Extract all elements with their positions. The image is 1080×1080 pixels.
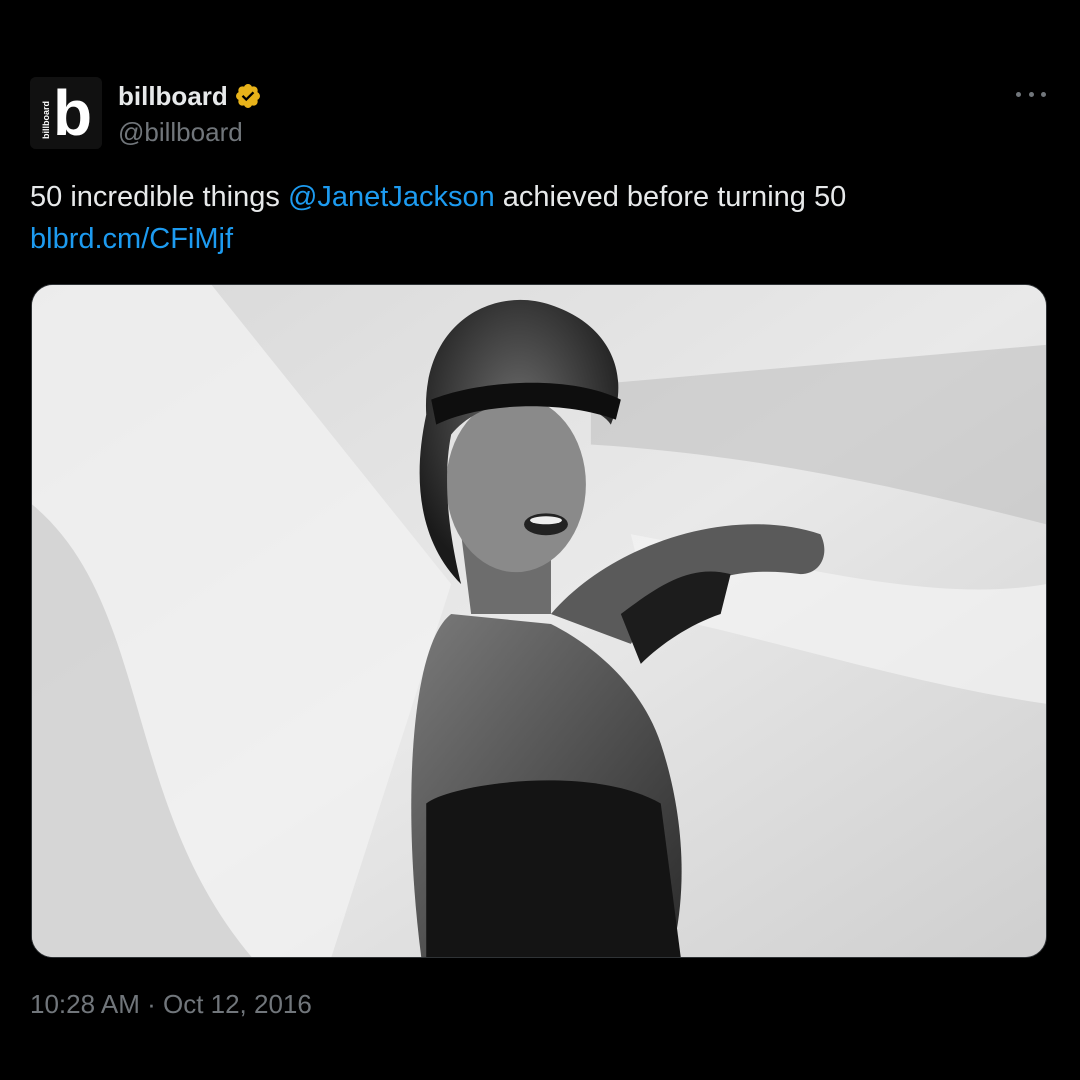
svg-text:b: b bbox=[53, 77, 92, 149]
tweet-date: Oct 12, 2016 bbox=[162, 989, 312, 1019]
url-link[interactable]: blbrd.cm/CFiMjf bbox=[30, 223, 233, 255]
tweet-timestamp[interactable]: 10:28 AM · Oct 12, 2016 bbox=[30, 986, 312, 1022]
more-icon[interactable] bbox=[1016, 84, 1046, 104]
tweet-media-photo[interactable] bbox=[31, 284, 1047, 958]
tweet-text: 50 incredible things @JanetJackson achie… bbox=[30, 176, 1040, 260]
tweet-card: b billboard billboard @billboard 50 incr… bbox=[0, 0, 1080, 1080]
billboard-logo-icon: b billboard bbox=[30, 77, 102, 149]
tweet-time: 10:28 AM bbox=[30, 989, 140, 1019]
author-name-row: billboard bbox=[118, 80, 262, 112]
tweet-text-after: achieved before turning 50 bbox=[494, 181, 847, 213]
display-name[interactable]: billboard bbox=[118, 80, 228, 112]
verified-badge-icon bbox=[235, 84, 260, 108]
photo-illustration bbox=[32, 285, 1046, 957]
svg-text:billboard: billboard bbox=[41, 101, 51, 139]
mention-link[interactable]: @JanetJackson bbox=[288, 181, 495, 213]
tweet-text-before: 50 incredible things bbox=[30, 181, 288, 213]
author-handle[interactable]: @billboard bbox=[118, 116, 243, 148]
timestamp-separator: · bbox=[139, 989, 163, 1019]
avatar[interactable]: b billboard bbox=[30, 77, 102, 149]
